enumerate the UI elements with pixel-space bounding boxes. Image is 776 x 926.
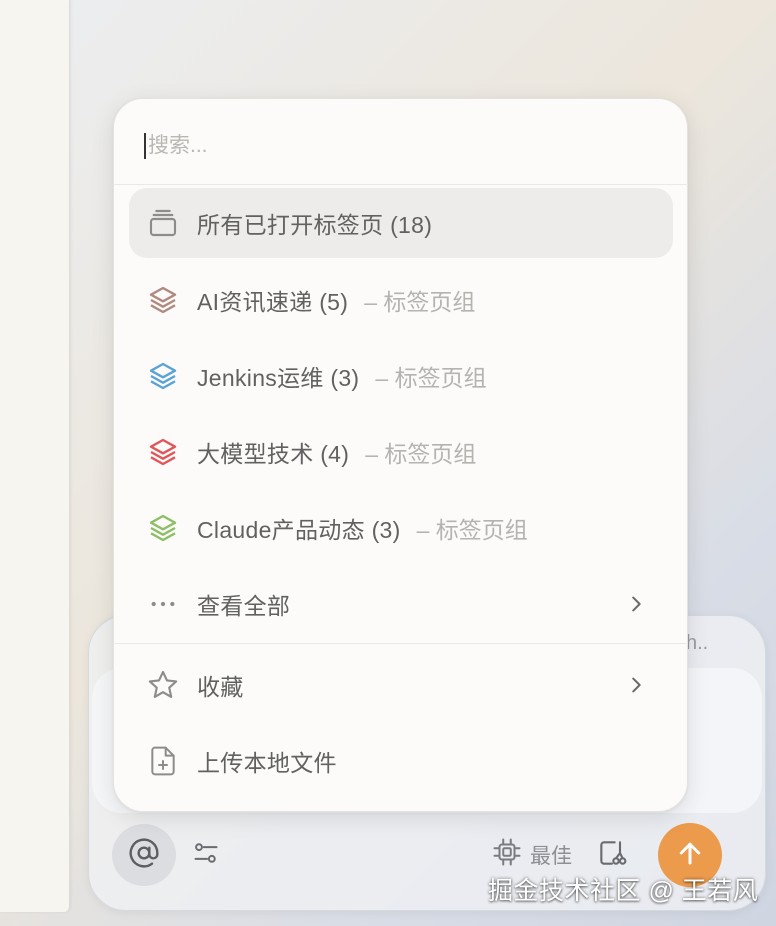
- composer-hint-text: h..: [686, 632, 709, 654]
- model-label: 最佳: [530, 845, 572, 868]
- menu-item-suffix: – 标签页组: [416, 517, 528, 543]
- watermark-text: 掘金技术社区 @ 王若风: [488, 877, 759, 905]
- menu-item-label: 收藏: [197, 674, 244, 700]
- at-sign-icon: [128, 837, 160, 874]
- chevron-right-icon: [625, 673, 647, 702]
- menu-item-group-ai-news[interactable]: AI资讯速递 (5) – 标签页组: [129, 265, 673, 335]
- settings-sliders-button[interactable]: [192, 839, 220, 872]
- file-plus-icon: [129, 744, 197, 778]
- layers-icon: [129, 512, 197, 544]
- search-input[interactable]: [148, 134, 608, 158]
- menu-item-label: Jenkins运维 (3): [197, 365, 360, 391]
- chip-icon: [492, 837, 522, 873]
- model-selector-button[interactable]: 最佳: [492, 837, 572, 873]
- mention-button[interactable]: [112, 824, 176, 886]
- menu-item-label: 所有已打开标签页 (18): [197, 212, 433, 238]
- menu-item-group-claude[interactable]: Claude产品动态 (3) – 标签页组: [129, 493, 673, 563]
- menu-item-upload-file[interactable]: 上传本地文件: [129, 726, 673, 796]
- menu-item-suffix: – 标签页组: [364, 289, 476, 315]
- menu-item-suffix: – 标签页组: [375, 365, 487, 391]
- menu-item-label: 大模型技术 (4): [197, 441, 350, 467]
- screenshot-button[interactable]: [596, 837, 628, 874]
- menu-item-all-tabs[interactable]: 所有已打开标签页 (18): [129, 188, 673, 258]
- popup-search: [144, 126, 644, 166]
- sliders-icon: [192, 839, 220, 872]
- composer-toolbar-left: [112, 824, 220, 886]
- menu-item-group-llm-tech[interactable]: 大模型技术 (4) – 标签页组: [129, 417, 673, 487]
- chevron-right-icon: [625, 592, 647, 621]
- menu-item-suffix: – 标签页组: [365, 441, 477, 467]
- menu-item-label: Claude产品动态 (3): [197, 517, 401, 543]
- menu-divider: [113, 643, 688, 644]
- layers-icon: [129, 436, 197, 468]
- menu-item-label: 查看全部: [197, 593, 291, 619]
- layers-icon: [129, 284, 197, 316]
- more-horizontal-icon: [129, 588, 197, 620]
- text-caret: [144, 133, 146, 159]
- layers-icon: [129, 360, 197, 392]
- search-divider: [113, 184, 688, 185]
- menu-item-view-all[interactable]: 查看全部: [129, 569, 673, 639]
- left-sidebar-pane: [0, 0, 70, 912]
- tabs-stack-icon: [129, 207, 197, 239]
- menu-item-favorites[interactable]: 收藏: [129, 650, 673, 720]
- menu-item-group-jenkins[interactable]: Jenkins运维 (3) – 标签页组: [129, 341, 673, 411]
- star-icon: [129, 668, 197, 702]
- screenshot-crop-icon: [596, 837, 628, 874]
- menu-item-label: 上传本地文件: [197, 750, 337, 776]
- menu-item-label: AI资讯速递 (5): [197, 289, 349, 315]
- arrow-up-icon: [675, 838, 705, 873]
